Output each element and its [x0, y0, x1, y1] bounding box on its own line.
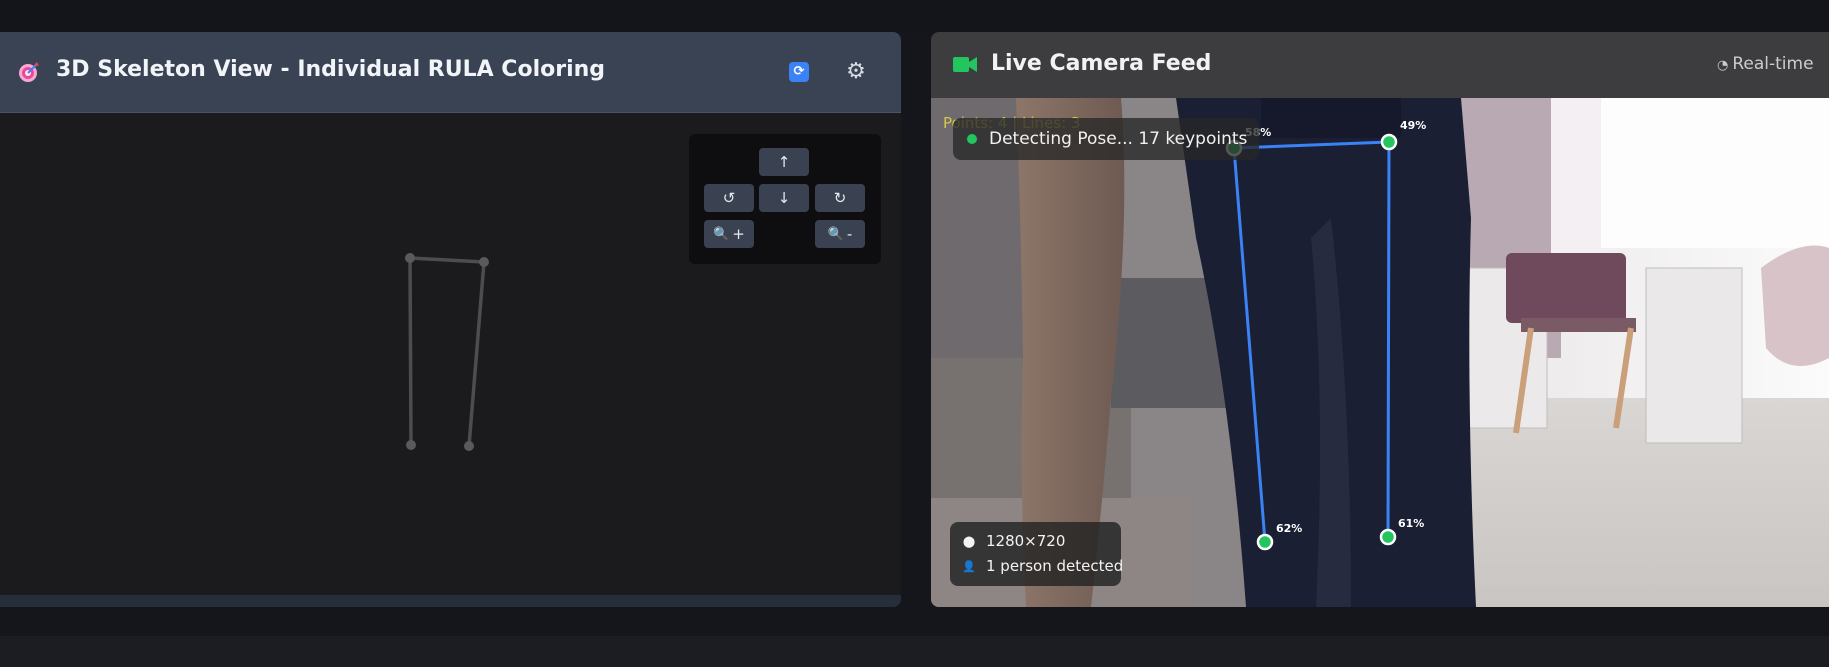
pose-status-chip: Detecting Pose... 17 keypoints — [953, 118, 1260, 160]
keypoint-confidence: 49% — [1400, 119, 1426, 132]
skeleton-joint — [464, 441, 474, 451]
pose-status-text: Detecting Pose... 17 keypoints — [989, 129, 1248, 149]
status-dot — [967, 134, 977, 144]
magnifier-icon: 🔍 — [713, 226, 730, 242]
camera-panel-header: Live Camera Feed ◔ Real-time — [931, 32, 1829, 99]
zoom-out-button[interactable]: 🔍 - — [815, 220, 865, 248]
zoom-out-label: - — [846, 225, 853, 243]
realtime-indicator: ◔ Real-time — [1717, 54, 1814, 74]
skeleton-joint — [406, 440, 416, 450]
arrow-down-icon: ↓ — [777, 189, 791, 207]
keypoint-right-knee — [1379, 528, 1397, 546]
camera-panel: Live Camera Feed ◔ Real-time 49% 62% 61%… — [931, 32, 1829, 607]
skeleton-joint — [405, 253, 415, 263]
arrow-up-icon: ↑ — [777, 153, 791, 171]
realtime-label: Real-time — [1732, 54, 1814, 74]
aperture-icon: ⬤ — [962, 534, 976, 548]
zoom-in-label: + — [732, 225, 745, 243]
keypoint-right-shoulder — [1380, 133, 1398, 151]
person-icon: 👤 — [962, 559, 976, 573]
resolution-text: 1280×720 — [986, 532, 1066, 550]
rotate-left-button[interactable]: ↺ — [704, 184, 754, 212]
target-icon — [19, 62, 39, 82]
keypoint-left-knee — [1256, 533, 1274, 551]
bottom-bar — [0, 636, 1829, 667]
settings-button[interactable]: ⚙ — [841, 57, 871, 87]
pan-down-button[interactable]: ↓ — [759, 184, 809, 212]
persons-row: 👤 1 person detected — [962, 557, 1123, 575]
skeleton-bone-shoulders — [408, 256, 486, 264]
skeleton-panel-title: 3D Skeleton View - Individual RULA Color… — [56, 57, 606, 82]
skeleton-panel: 3D Skeleton View - Individual RULA Color… — [0, 32, 901, 607]
gauge-icon: ◔ — [1717, 58, 1729, 73]
view-controls: ↑ ↺ ↓ ↻ 🔍 + 🔍 - — [689, 134, 881, 264]
skeleton-panel-footer — [0, 595, 901, 607]
gear-icon: ⚙ — [846, 59, 866, 84]
rotate-left-icon: ↺ — [722, 189, 736, 207]
pan-up-button[interactable]: ↑ — [759, 148, 809, 176]
camera-feed: 58% 49% 62% 61% Points: 4 | Lines: 3 Det… — [931, 98, 1829, 607]
skeleton-joint — [479, 257, 489, 267]
skeleton-panel-header: 3D Skeleton View - Individual RULA Color… — [0, 32, 901, 113]
persons-text: 1 person detected — [986, 557, 1124, 575]
skeleton-bone-right — [467, 260, 486, 448]
zoom-in-button[interactable]: 🔍 + — [704, 220, 754, 248]
refresh-icon: ⟳ — [789, 62, 809, 82]
keypoint-confidence: 62% — [1276, 522, 1302, 535]
keypoint-confidence: 61% — [1398, 517, 1424, 530]
video-camera-icon — [953, 57, 977, 72]
feed-info-card: ⬤ 1280×720 👤 1 person detected — [950, 522, 1123, 586]
top-bar — [0, 0, 1829, 32]
skeleton-bone-left — [408, 256, 413, 447]
magnifier-icon: 🔍 — [827, 226, 844, 242]
rotate-right-button[interactable]: ↻ — [815, 184, 865, 212]
resolution-row: ⬤ 1280×720 — [962, 532, 1066, 550]
refresh-button[interactable]: ⟳ — [784, 57, 814, 87]
rotate-right-icon: ↻ — [833, 189, 847, 207]
camera-panel-title: Live Camera Feed — [991, 51, 1212, 76]
